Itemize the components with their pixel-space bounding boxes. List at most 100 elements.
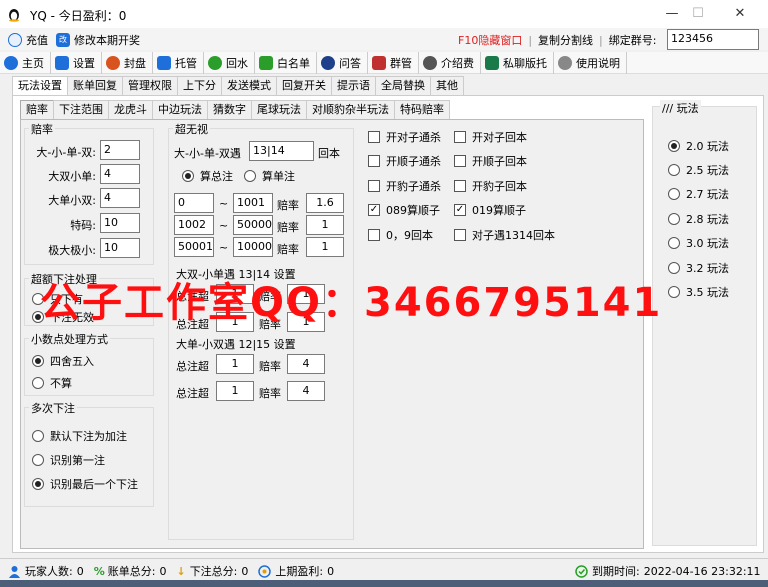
- range-from-input[interactable]: 50001: [174, 237, 214, 257]
- tab-play-1[interactable]: 下注范围: [53, 100, 109, 119]
- checkbox-6[interactable]: ✓ 089算顺子: [368, 202, 440, 218]
- range-rate-input[interactable]: 1: [306, 215, 344, 235]
- playOpts-radio-0[interactable]: 2.0 玩法: [668, 138, 729, 154]
- range-to-input[interactable]: 50000: [233, 215, 273, 235]
- tab-settings-1[interactable]: 账单回复: [67, 76, 123, 95]
- down-arrow-icon: ↓: [176, 564, 186, 578]
- odds-input[interactable]: 2: [100, 140, 140, 160]
- copy-line-link[interactable]: 复制分割线: [538, 32, 593, 48]
- super-line-suffix: 回本: [318, 147, 340, 160]
- checkbox-box: [368, 131, 380, 143]
- radio-label: 识别第一注: [50, 454, 105, 467]
- checkbox-label: 0，9回本: [386, 229, 433, 242]
- tab-play-6[interactable]: 对顺豹杂半玩法: [306, 100, 395, 119]
- odds-label: 大单小双:: [48, 194, 96, 207]
- radio-label: 不算: [50, 377, 72, 390]
- users-icon: [259, 56, 273, 70]
- range-to-input[interactable]: 1001: [233, 193, 273, 213]
- checkbox-3[interactable]: 开顺子回本: [454, 153, 527, 169]
- playOpts-radio-3[interactable]: 2.8 玩法: [668, 211, 729, 227]
- close-button[interactable]: ✕: [726, 4, 754, 24]
- playOpts-radio-2[interactable]: 2.7 玩法: [668, 186, 729, 202]
- toolbar-gear-button[interactable]: 设置: [51, 52, 102, 74]
- playOpts-radio-6[interactable]: 3.5 玩法: [668, 284, 729, 300]
- tab-settings-7[interactable]: 全局替换: [375, 76, 431, 95]
- percent-icon: %: [93, 564, 105, 578]
- checkbox-0[interactable]: 开对子通杀: [368, 129, 441, 145]
- decimalOpts-radio-1[interactable]: 不算: [32, 375, 72, 391]
- radio-label: 算单注: [262, 170, 295, 183]
- toolbar-home-button[interactable]: 主页: [0, 52, 51, 74]
- checkbox-box: [368, 155, 380, 167]
- players-value: 0: [76, 564, 84, 578]
- gear-icon: [55, 56, 69, 70]
- f10-hide-link[interactable]: F10隐藏窗口: [458, 32, 522, 48]
- rate-input[interactable]: 4: [287, 354, 325, 374]
- playOpts-radio-5[interactable]: 3.2 玩法: [668, 260, 729, 276]
- multiOpts-radio-2[interactable]: 识别最后一个下注: [32, 476, 138, 492]
- multiOpts-radio-0[interactable]: 默认下注为加注: [32, 428, 127, 444]
- tab-settings-4[interactable]: 发送模式: [221, 76, 277, 95]
- tab-settings-0[interactable]: 玩法设置: [12, 76, 68, 96]
- range-rate-input[interactable]: 1: [306, 237, 344, 257]
- range-from-input[interactable]: 1002: [174, 215, 214, 235]
- toolbar-group-button[interactable]: 群管: [368, 52, 419, 74]
- toolbar-clock-button[interactable]: 封盘: [102, 52, 153, 74]
- toolbar-cycle-button[interactable]: 回水: [204, 52, 255, 74]
- superRadios-radio-0[interactable]: 算总注: [182, 168, 233, 184]
- toolbar-person-button[interactable]: 托管: [153, 52, 204, 74]
- tab-play-7[interactable]: 特码赔率: [394, 100, 450, 119]
- total-over-input[interactable]: 1: [216, 354, 254, 374]
- checkbox-8[interactable]: 0，9回本: [368, 227, 433, 243]
- tab-play-2[interactable]: 龙虎斗: [108, 100, 153, 119]
- toolbar-users-button[interactable]: 白名单: [255, 52, 317, 74]
- playOpts-radio-1[interactable]: 2.5 玩法: [668, 162, 729, 178]
- checkbox-1[interactable]: 开对子回本: [454, 129, 527, 145]
- tab-settings-8[interactable]: 其他: [430, 76, 464, 95]
- radio-label: 2.5 玩法: [686, 164, 729, 177]
- range-from-input[interactable]: 0: [174, 193, 214, 213]
- minimize-button[interactable]: —: [658, 4, 686, 24]
- tab-settings-2[interactable]: 管理权限: [122, 76, 178, 95]
- checkbox-2[interactable]: 开顺子通杀: [368, 153, 441, 169]
- odds-input[interactable]: 10: [100, 238, 140, 258]
- checkbox-7[interactable]: ✓ 019算顺子: [454, 202, 526, 218]
- checkbox-4[interactable]: 开豹子通杀: [368, 178, 441, 194]
- toolbar-table-button[interactable]: 介绍费: [419, 52, 481, 74]
- edit-period-link[interactable]: 修改本期开奖: [74, 32, 140, 48]
- toolbar-help-button[interactable]: 使用说明: [554, 52, 627, 74]
- total-over-input[interactable]: 1: [216, 381, 254, 401]
- multiOpts-radio-1[interactable]: 识别第一注: [32, 452, 105, 468]
- checkbox-label: 对子遇1314回本: [472, 229, 555, 242]
- tab-play-0[interactable]: 赔率: [20, 100, 54, 120]
- recharge-link[interactable]: 充值: [26, 32, 48, 48]
- tab-settings-6[interactable]: 提示语: [331, 76, 376, 95]
- super-line-input[interactable]: 13|14: [249, 141, 314, 161]
- tab-play-3[interactable]: 中边玩法: [152, 100, 208, 119]
- maximize-button[interactable]: ☐: [684, 4, 712, 24]
- tab-settings-5[interactable]: 回复开关: [276, 76, 332, 95]
- checkbox-9[interactable]: 对子遇1314回本: [454, 227, 555, 243]
- decimalOpts-radio-0[interactable]: 四舍五入: [32, 353, 94, 369]
- radio-label: 默认下注为加注: [50, 430, 127, 443]
- bind-group-input[interactable]: 123456: [667, 29, 759, 50]
- radio-dot: [668, 286, 680, 298]
- range-rate-input[interactable]: 1.6: [306, 193, 344, 213]
- tab-settings-3[interactable]: 上下分: [177, 76, 222, 95]
- checkbox-5[interactable]: 开豹子回本: [454, 178, 527, 194]
- odds-input[interactable]: 10: [100, 213, 140, 233]
- radio-label: 2.7 玩法: [686, 188, 729, 201]
- tab-play-4[interactable]: 猜数字: [207, 100, 252, 119]
- range-to-input[interactable]: 100000: [233, 237, 273, 257]
- toolbar-qa-button[interactable]: 问答: [317, 52, 368, 74]
- odds-input[interactable]: 4: [100, 164, 140, 184]
- superRadios-radio-1[interactable]: 算单注: [244, 168, 295, 184]
- playOpts-radio-4[interactable]: 3.0 玩法: [668, 235, 729, 251]
- tab-play-5[interactable]: 尾球玩法: [251, 100, 307, 119]
- odds-input[interactable]: 4: [100, 188, 140, 208]
- toolbar-chat-button[interactable]: 私聊版托: [481, 52, 554, 74]
- checkbox-box: ✓: [368, 204, 380, 216]
- rate-input[interactable]: 4: [287, 381, 325, 401]
- radio-dot: [182, 170, 194, 182]
- odds-label: 大-小-单-双:: [36, 146, 96, 159]
